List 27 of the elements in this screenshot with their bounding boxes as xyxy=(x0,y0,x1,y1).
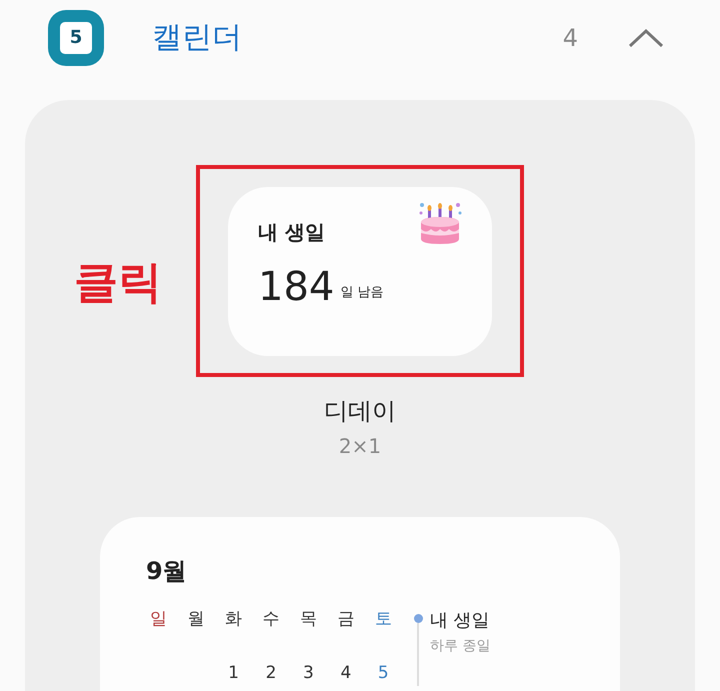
weekday-label: 금 xyxy=(336,608,356,631)
calendar-app-icon: 5 xyxy=(48,10,104,66)
dday-widget[interactable]: 내 생일 184 일 남음 xyxy=(228,186,492,356)
click-annotation: 클릭 xyxy=(74,256,162,310)
date-cell[interactable]: 2 xyxy=(252,660,290,686)
month-title: 9월 xyxy=(146,556,188,587)
date-cell[interactable]: 1 xyxy=(214,660,252,686)
weekday-label: 화 xyxy=(224,608,244,631)
event-time: 하루 종일 xyxy=(430,637,490,656)
date-cell[interactable]: 5 xyxy=(364,660,402,686)
widget-count: 4 xyxy=(562,22,578,54)
weekday-label: 수 xyxy=(261,608,280,631)
event-title: 내 생일 xyxy=(430,609,490,633)
date-cell[interactable]: 4 xyxy=(327,660,365,686)
widget-size: 2×1 xyxy=(338,433,382,460)
days-count: 184 xyxy=(258,266,334,306)
weekday-label: 목 xyxy=(298,608,318,631)
cake-icon xyxy=(418,200,462,244)
widget-title: 내 생일 xyxy=(258,218,325,246)
weekday-label: 일 xyxy=(149,608,168,631)
section-title: 캘린더 xyxy=(152,19,242,57)
widget-name: 디데이 xyxy=(324,396,396,427)
days-unit: 일 남음 xyxy=(340,284,384,302)
weekday-label: 토 xyxy=(374,608,393,631)
calendar-widget[interactable]: 9월 일 월 화 수 목 금 토 1 2 3 4 5 내 생일 하루 종일 xyxy=(100,517,620,691)
date-cell[interactable]: 3 xyxy=(290,660,328,686)
weekday-label: 월 xyxy=(186,608,206,631)
